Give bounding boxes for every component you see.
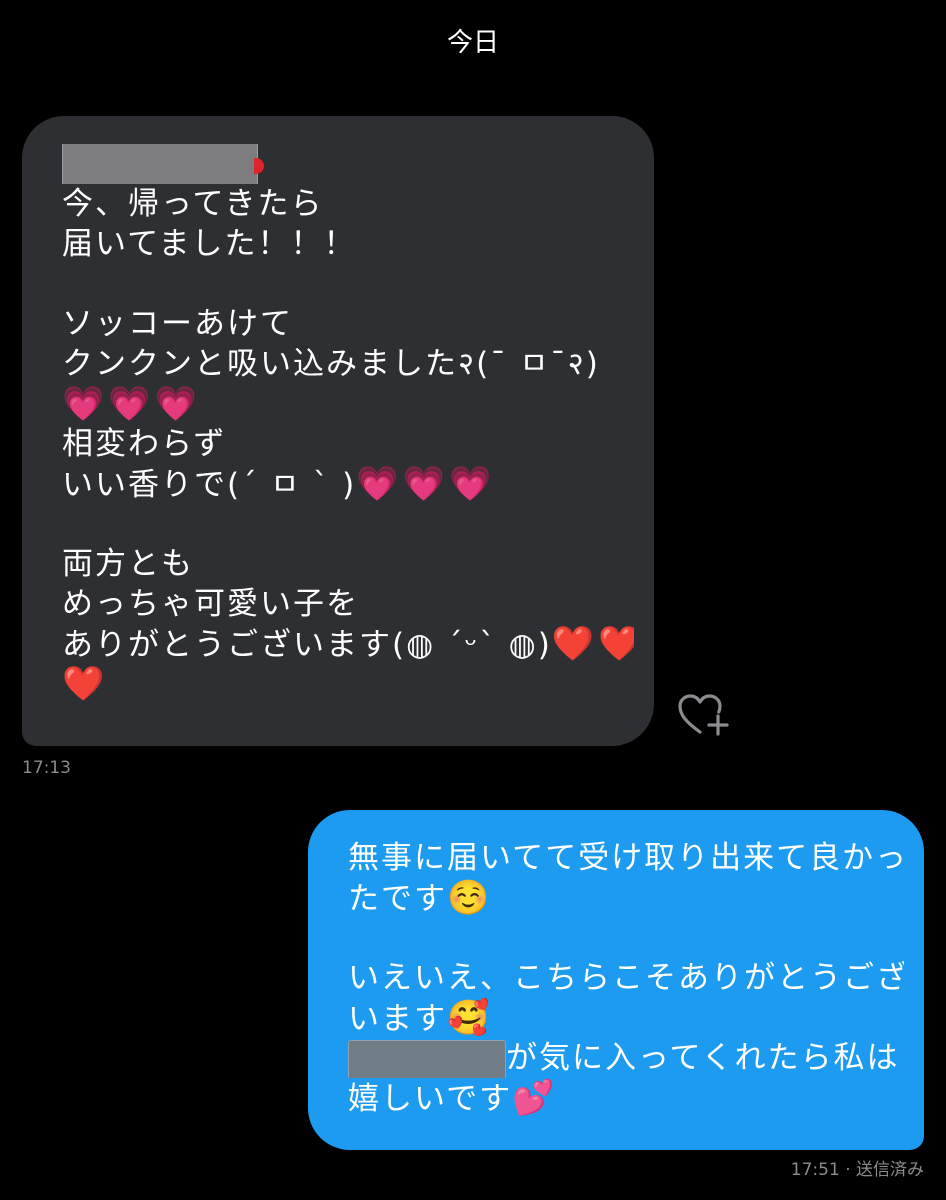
add-reaction-button[interactable] [676,692,732,738]
message-line: いえいえ、こちらこそありがとうござ [348,960,904,996]
message-text: が気に入ってくれたら私は [506,1040,900,1076]
date-header: 今日 [446,28,499,58]
message-line: います🥰 [348,998,904,1038]
delivery-status: · 送信済み [845,1160,924,1180]
red-hearts-emoji: ❤️❤️ [551,624,634,664]
incoming-message-bubble[interactable]: 今、帰ってきたら 届いてました！！！ ソッコーあけて クンクンと吸い込みました२… [22,116,654,746]
two-hearts-emoji: 💕 [512,1078,559,1118]
message-text: いい香りで(´ ㅁ ` ) [62,467,357,503]
smiling-face-hearts-emoji: 🥰 [447,998,494,1038]
message-line: ❤️ [62,664,634,704]
message-line: 💗💗💗 [62,384,634,424]
message-line: 無事に届いてて受け取り出来て良かっ [348,840,904,876]
message-line: めっちゃ可愛い子を [62,586,359,622]
message-line: 今、帰ってきたら [62,186,324,222]
message-text: ありがとうございます(◍ ´ᵕ` ◍) [62,627,552,663]
message-line: クンクンと吸い込みました२(¯ ㅁ¯२) [62,346,600,382]
heart-emoji-partial [254,158,264,174]
message-line: 嬉しいです💕 [348,1078,904,1118]
heart-plus-icon [678,694,729,736]
smiling-face-emoji: ☺️ [447,878,494,918]
message-line [62,144,634,184]
incoming-timestamp: 17:13 [22,758,71,778]
message-line: 届いてました！！！ [62,226,357,262]
pink-hearts-emoji: 💗💗💗 [356,464,496,504]
message-line: いい香りで(´ ㅁ ` )💗💗💗 [62,464,634,504]
message-line: ソッコーあけて [62,306,293,342]
message-line: 両方とも [62,546,194,582]
redacted-name [62,144,258,184]
message-line: たです☺️ [348,878,904,918]
message-text: います [348,1001,447,1037]
outgoing-timestamp: 17:51 · 送信済み [791,1160,924,1180]
message-text: たです [348,881,447,917]
message-line: が気に入ってくれたら私は [348,1038,904,1078]
message-line: 相変わらず [62,426,227,462]
red-heart-emoji: ❤️ [62,664,109,704]
message-text: 嬉しいです [348,1081,513,1117]
redacted-name [348,1039,506,1078]
pink-hearts-emoji: 💗💗💗 [62,384,202,424]
message-line: ありがとうございます(◍ ´ᵕ` ◍)❤️❤️ [62,624,634,664]
outgoing-message-bubble[interactable]: 無事に届いてて受け取り出来て良かっ たです☺️ いえいえ、こちらこそありがとうご… [308,810,924,1150]
outgoing-time: 17:51 [790,1160,840,1180]
